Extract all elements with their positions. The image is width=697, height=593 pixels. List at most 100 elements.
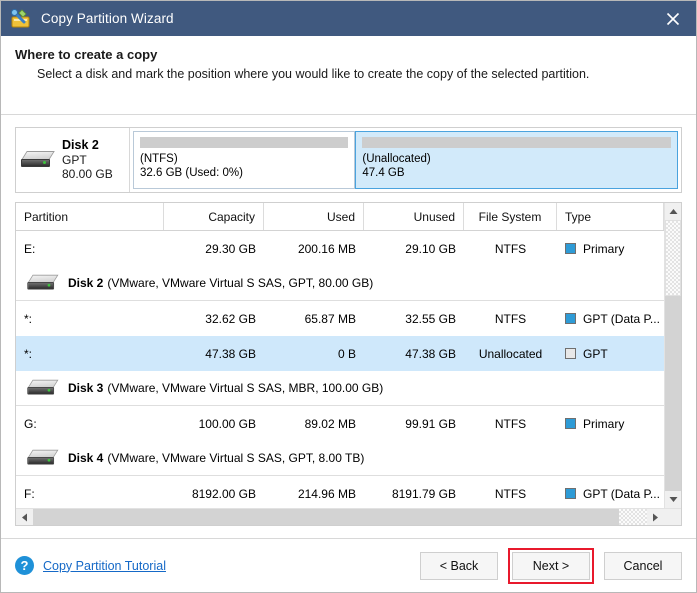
hard-disk-icon	[21, 149, 55, 171]
copy-partition-tutorial-link[interactable]: Copy Partition Tutorial	[43, 559, 166, 573]
back-button[interactable]: < Back	[420, 551, 498, 580]
wizard-footer: ? Copy Partition Tutorial < Back Next > …	[1, 538, 696, 592]
window-title: Copy Partition Wizard	[41, 11, 174, 26]
disk-map-partition-style: GPT	[62, 152, 87, 167]
table-cell-used: 89.02 MB	[304, 416, 356, 431]
hard-disk-icon	[27, 448, 59, 468]
partition-type-label: GPT (Data P...	[583, 486, 660, 501]
horizontal-scroll-track[interactable]	[33, 509, 647, 525]
table-column-header[interactable]: Capacity	[164, 203, 264, 230]
table-cell-type: GPT	[557, 347, 664, 361]
disk-map-block-size: 47.4 GB	[362, 167, 405, 179]
table-row[interactable]: F: 8192.00 GB 214.96 MB 8191.79 GB NTFS GPT (…	[16, 476, 664, 508]
disk-map: Disk 2 GPT 80.00 GB (NTFS) 32.6 GB (Used:…	[15, 127, 682, 193]
copy-partition-wizard-window: Copy Partition Wizard Where to create a …	[0, 0, 697, 593]
vertical-scroll-track-fill[interactable]	[665, 295, 681, 491]
table-cell-unused: 99.91 GB	[405, 416, 456, 431]
table-cell-type: Primary	[557, 417, 664, 431]
table-row[interactable]: G:100.00 GB89.02 MB99.91 GBNTFSPrimaryN	[16, 406, 664, 441]
disk-group-detail: (VMware, VMware Virtual S SAS, MBR, 100.…	[107, 381, 384, 395]
hard-disk-icon	[27, 273, 59, 293]
table-column-header[interactable]: File System	[464, 203, 557, 230]
scrollbar-corner	[664, 509, 681, 525]
table-cell-type: GPT (Data P...	[557, 312, 664, 326]
disk-group-row[interactable]: Disk 3 (VMware, VMware Virtual S SAS, MBR…	[16, 371, 664, 406]
disk-group-name: Disk 2	[68, 276, 104, 290]
disk-map-blocks: (NTFS) 32.6 GB (Used: 0%) (Unallocated) 47.…	[130, 128, 681, 192]
help-question-icon[interactable]: ?	[15, 556, 34, 575]
scroll-up-arrow-icon[interactable]	[665, 203, 681, 220]
scroll-down-arrow-icon[interactable]	[665, 491, 681, 508]
table-cell-unused: 47.38 GB	[405, 346, 456, 361]
table-cell-capacity: 32.62 GB	[205, 311, 256, 326]
table-column-header[interactable]: Partition	[16, 203, 164, 230]
scroll-left-arrow-icon[interactable]	[16, 509, 33, 525]
table-cell-partition: G:	[24, 416, 37, 431]
hard-disk-icon	[27, 378, 59, 398]
disk-group-row[interactable]: Disk 2 (VMware, VMware Virtual S SAS, GPT…	[16, 266, 664, 301]
table-cell-file-system: NTFS	[494, 416, 527, 431]
table-cell-unused: 32.55 GB	[405, 311, 456, 326]
disk-map-disk-size: 80.00 GB	[62, 167, 113, 182]
cancel-button[interactable]: Cancel	[604, 551, 682, 580]
table-cell-file-system: Unallocated	[478, 346, 543, 361]
partition-type-label: Primary	[583, 416, 625, 431]
title-bar: Copy Partition Wizard	[1, 1, 696, 36]
table-column-header[interactable]: Used	[264, 203, 364, 230]
table-column-header[interactable]: Type	[557, 203, 664, 230]
partition-type-color-swatch	[565, 488, 576, 499]
page-subtitle: Select a disk and mark the position wher…	[37, 67, 590, 81]
page-header: Where to create a copy Select a disk and…	[1, 36, 696, 115]
disk-group-name: Disk 3	[68, 381, 104, 395]
next-button[interactable]: Next >	[512, 551, 590, 580]
table-cell-capacity: 47.38 GB	[205, 346, 256, 361]
table-header-row: Partition Capacity Used Unused File System Ty…	[16, 203, 664, 231]
table-cell-type: Primary	[557, 242, 664, 256]
disk-map-info: Disk 2 GPT 80.00 GB	[16, 128, 130, 192]
table-row[interactable]: *: 32.62 GB 65.87 MB 32.55 GB NTFS GPT (Data …	[16, 301, 664, 336]
disk-group-detail: (VMware, VMware Virtual S SAS, GPT, 8.00…	[107, 451, 365, 465]
disk-map-usage-bar	[140, 137, 349, 148]
disk-map-block[interactable]: (NTFS) 32.6 GB (Used: 0%)	[133, 131, 356, 189]
table-cell-capacity: 100.00 GB	[198, 416, 256, 431]
disk-map-block-size: 32.6 GB (Used: 0%)	[140, 167, 243, 179]
wizard-body: Disk 2 GPT 80.00 GB (NTFS) 32.6 GB (Used:…	[1, 115, 696, 538]
partition-type-label: Primary	[583, 241, 625, 256]
copy-partition-wizard-icon	[10, 8, 32, 30]
disk-group-detail: (VMware, VMware Virtual S SAS, GPT, 80.0…	[107, 276, 374, 290]
table-cell-unused: 29.10 GB	[405, 241, 456, 256]
table-cell-used: 0 B	[337, 346, 356, 361]
partition-type-label: GPT	[583, 346, 608, 361]
disk-map-usage-bar	[362, 137, 671, 148]
table-cell-unused: 8191.79 GB	[391, 486, 456, 501]
partition-type-color-swatch	[565, 418, 576, 429]
table-row[interactable]: *:47.38 GB0 B47.38 GBUnallocatedGPTN	[16, 336, 664, 371]
disk-group-row[interactable]: Disk 4 (VMware, VMware Virtual S SAS, GPT…	[16, 441, 664, 476]
disk-map-disk-name: Disk 2	[62, 138, 99, 153]
partition-type-label: GPT (Data P...	[583, 311, 660, 326]
table-cell-file-system: NTFS	[494, 241, 527, 256]
horizontal-scroll-track-rest[interactable]	[619, 509, 647, 525]
disk-map-block-label: (NTFS)	[140, 153, 178, 165]
vertical-scrollbar[interactable]	[664, 203, 681, 508]
disk-group-name: Disk 4	[68, 451, 104, 465]
table-cell-file-system: NTFS	[494, 486, 527, 501]
table-row[interactable]: E:29.30 GB200.16 MB29.10 GBNTFSPrimaryN	[16, 231, 664, 266]
horizontal-scrollbar[interactable]	[16, 508, 681, 525]
partition-table: Partition Capacity Used Unused File System Ty…	[15, 202, 682, 526]
vertical-scroll-thumb[interactable]	[665, 220, 681, 296]
disk-map-block-label: (Unallocated)	[362, 153, 431, 165]
table-cell-file-system: NTFS	[494, 311, 527, 326]
table-cell-partition: F:	[24, 486, 35, 501]
horizontal-scroll-thumb[interactable]	[33, 509, 620, 525]
next-button-highlight: Next >	[508, 547, 594, 584]
scroll-right-arrow-icon[interactable]	[647, 509, 664, 525]
disk-map-block[interactable]: (Unallocated) 47.4 GB	[355, 131, 678, 189]
table-cell-partition: E:	[24, 241, 36, 256]
table-column-header[interactable]: Unused	[364, 203, 464, 230]
close-icon[interactable]	[650, 1, 696, 36]
vertical-scroll-track[interactable]	[665, 220, 681, 491]
partition-type-color-swatch	[565, 313, 576, 324]
table-body: E:29.30 GB200.16 MB29.10 GBNTFSPrimaryND…	[16, 231, 664, 508]
page-title: Where to create a copy	[15, 47, 158, 62]
